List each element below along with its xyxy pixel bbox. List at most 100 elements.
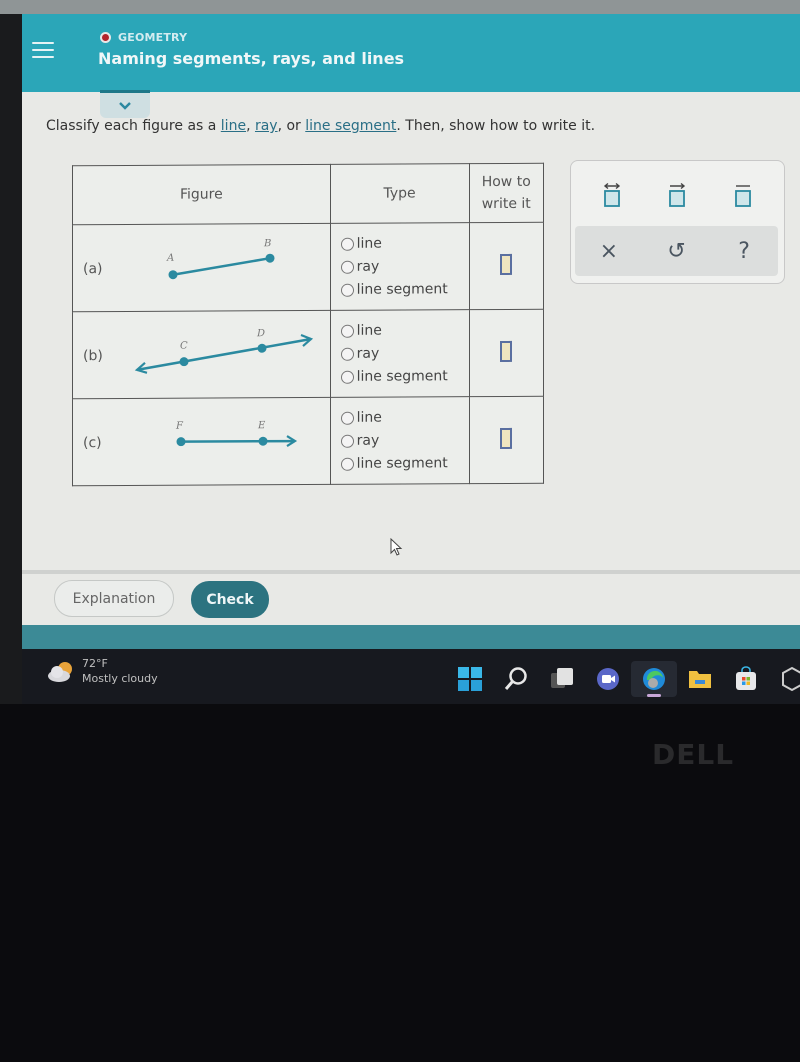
header-type: Type: [330, 163, 470, 224]
arrow-box-icon: [669, 182, 686, 207]
start-button[interactable]: [447, 661, 493, 697]
ray-notation-button[interactable]: [657, 175, 697, 215]
radio-button[interactable]: [340, 434, 354, 448]
option-label: line: [356, 235, 382, 252]
segment-notation-button[interactable]: [723, 175, 763, 215]
ray-definition-link[interactable]: ray: [255, 118, 278, 134]
line-cd-figure: C D: [134, 328, 314, 374]
header-how-line1: How to: [481, 173, 531, 191]
option-line-segment[interactable]: line segment: [340, 365, 469, 389]
question-prompt: Classify each figure as a line, ray, or …: [46, 118, 595, 134]
radio-button[interactable]: [340, 283, 354, 297]
help-icon: ?: [738, 238, 750, 264]
topic-title: Naming segments, rays, and lines: [98, 49, 405, 68]
option-ray[interactable]: ray: [340, 255, 469, 279]
table-header-row: Figure Type How to write it: [72, 163, 544, 225]
option-ray[interactable]: ray: [340, 429, 469, 453]
video-chat-icon: [597, 668, 619, 690]
taskbar-apps: [447, 661, 800, 697]
clear-button[interactable]: ×: [589, 231, 629, 271]
task-view-icon: [551, 668, 573, 688]
radio-button[interactable]: [340, 457, 354, 471]
radio-button[interactable]: [340, 411, 354, 425]
point-d: [257, 343, 267, 353]
explanation-button[interactable]: Explanation: [54, 580, 174, 617]
radio-button[interactable]: [340, 347, 354, 361]
store-bag-icon: [736, 666, 756, 690]
answer-input[interactable]: [500, 253, 513, 275]
option-label: line: [356, 409, 382, 426]
option-line-segment[interactable]: line segment: [340, 452, 469, 476]
type-options: line ray line segment: [330, 222, 470, 311]
answer-cell: [469, 309, 544, 397]
menu-icon[interactable]: [32, 42, 54, 60]
point-d-label: D: [256, 328, 265, 339]
radio-button[interactable]: [340, 324, 354, 338]
store-button[interactable]: [723, 661, 769, 697]
prompt-text: , or: [277, 118, 306, 134]
search-button[interactable]: [493, 661, 539, 697]
option-line[interactable]: line: [340, 232, 469, 256]
divider: [22, 570, 800, 574]
search-icon: [504, 667, 527, 690]
dell-logo: DELL: [652, 738, 735, 771]
check-button[interactable]: Check: [191, 581, 269, 618]
windows-taskbar: 72°F Mostly cloudy: [22, 649, 800, 704]
option-label: line segment: [356, 281, 448, 298]
action-buttons: × ↺ ?: [575, 226, 778, 276]
notation-buttons: [571, 175, 784, 215]
weather-condition: Mostly cloudy: [82, 672, 158, 685]
mouse-cursor-icon: [390, 538, 403, 556]
answer-input[interactable]: [500, 427, 513, 449]
point-c: [179, 357, 189, 367]
point-a-label: A: [166, 253, 174, 264]
header-how-to-write: How to write it: [469, 163, 544, 223]
radio-button[interactable]: [340, 370, 354, 384]
partly-cloudy-icon: [46, 660, 76, 684]
ray-fe-line: [181, 439, 295, 443]
option-line-segment[interactable]: line segment: [340, 278, 469, 302]
point-a: [168, 270, 178, 280]
windows-logo-icon: [458, 667, 482, 691]
monitor-bezel-left: [0, 14, 24, 704]
option-label: ray: [356, 345, 380, 362]
answer-input[interactable]: [500, 340, 513, 362]
task-view-button[interactable]: [539, 661, 585, 697]
radio-button[interactable]: [340, 237, 354, 251]
prompt-text: Classify each figure as a: [46, 118, 221, 134]
collapse-toggle[interactable]: [100, 90, 150, 118]
line-notation-button[interactable]: [592, 175, 632, 215]
chevron-down-icon: [119, 101, 131, 110]
table-row: (a) A B line ray line segment: [72, 222, 544, 312]
point-b: [265, 253, 275, 263]
option-line[interactable]: line: [340, 319, 469, 343]
folder-icon: [689, 671, 711, 688]
line-segment-definition-link[interactable]: line segment: [305, 118, 396, 134]
help-button[interactable]: ?: [724, 231, 764, 271]
figure-cell: (c) F E: [72, 397, 331, 486]
option-line[interactable]: line: [340, 406, 469, 430]
table-row: (b) C D line ray line segment: [72, 309, 544, 399]
segment-ab-figure: A B: [166, 238, 275, 280]
answer-cell: [469, 396, 544, 484]
other-app-button[interactable]: [769, 661, 800, 697]
option-label: line segment: [356, 455, 448, 472]
option-ray[interactable]: ray: [340, 342, 469, 366]
line-definition-link[interactable]: line: [221, 118, 246, 134]
math-palette: × ↺ ?: [570, 160, 785, 284]
subject-dot-icon: [100, 32, 111, 43]
file-explorer-button[interactable]: [677, 661, 723, 697]
lesson-header: GEOMETRY Naming segments, rays, and line…: [22, 14, 800, 92]
weather-widget[interactable]: 72°F Mostly cloudy: [46, 656, 158, 686]
undo-button[interactable]: ↺: [656, 231, 696, 271]
table-row: (c) F E line ray line segment: [72, 396, 544, 486]
header-how-line2: write it: [481, 195, 531, 213]
option-label: ray: [356, 432, 380, 449]
radio-button[interactable]: [340, 260, 354, 274]
edge-button[interactable]: [631, 661, 677, 697]
meet-button[interactable]: [585, 661, 631, 697]
type-options: line ray line segment: [330, 396, 470, 485]
option-label: ray: [356, 258, 380, 275]
answer-cell: [469, 222, 544, 310]
point-f-label: F: [175, 421, 184, 432]
